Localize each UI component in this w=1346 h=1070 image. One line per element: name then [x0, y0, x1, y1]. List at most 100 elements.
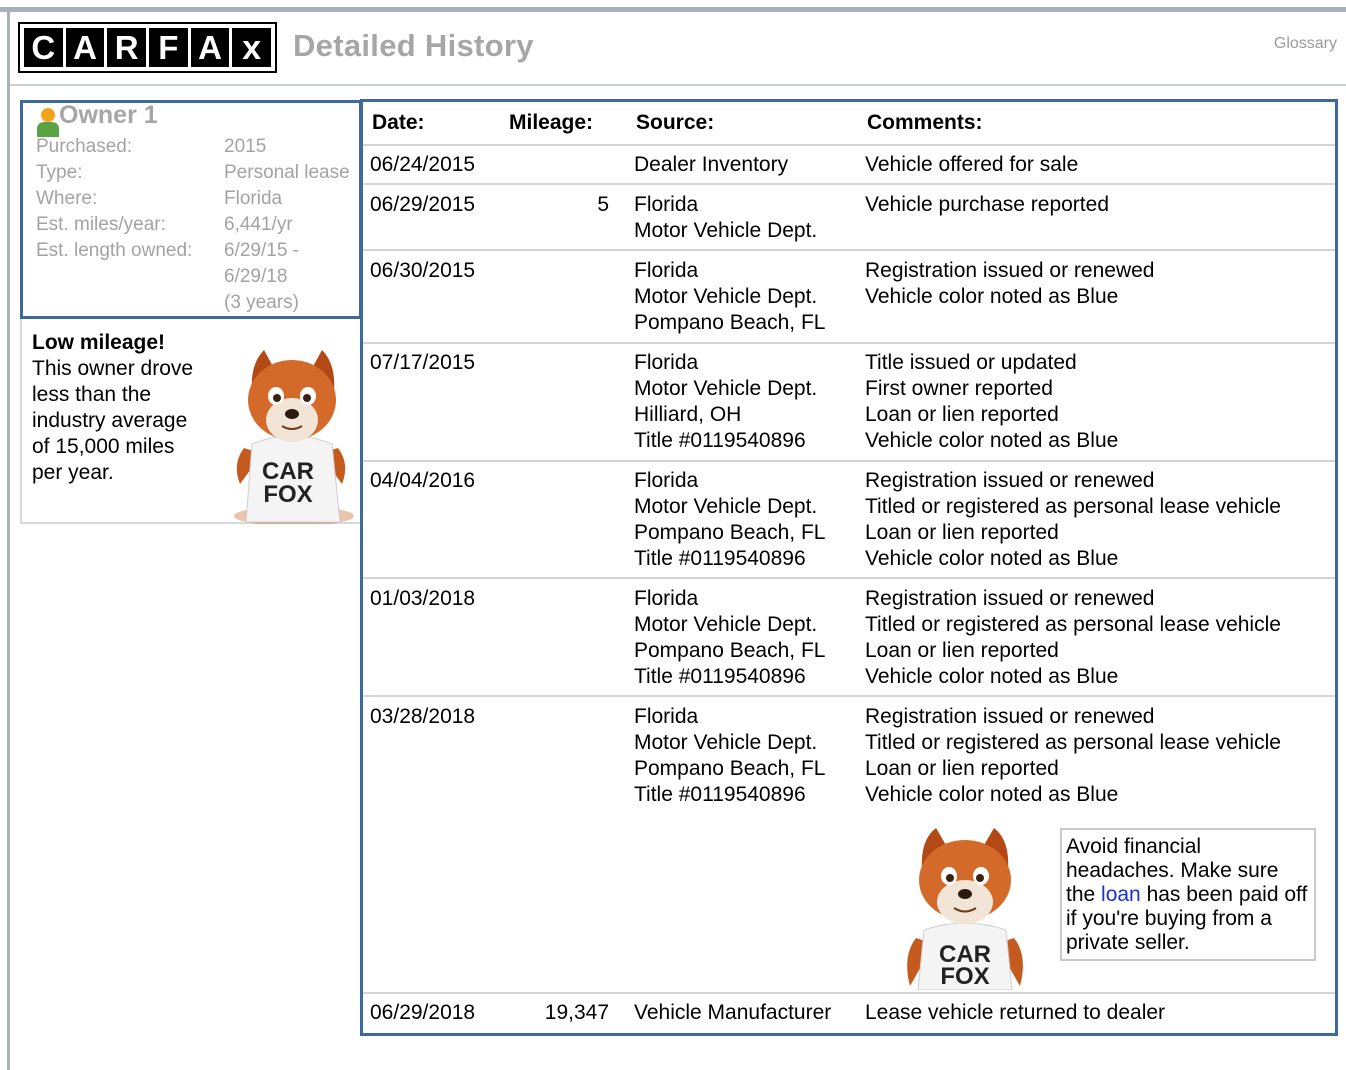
low-mileage-line: per year.: [32, 461, 114, 484]
row-divider: [363, 460, 1335, 462]
row-comment: Title issued or updated: [865, 351, 1077, 374]
left-border: [7, 7, 10, 1070]
low-mileage-line: This owner drove: [32, 357, 194, 380]
row-comment: Vehicle offered for sale: [865, 153, 1079, 176]
logo-letter: x: [232, 28, 272, 67]
logo-letter: A: [65, 28, 105, 67]
owner-title: Owner 1: [59, 101, 158, 129]
low-mileage-text: Low mileage! This owner drove less than …: [32, 330, 232, 486]
miles-per-year-label: Est. miles/year:: [36, 214, 166, 235]
row-divider: [363, 695, 1335, 697]
row-comment: Titled or registered as personal lease v…: [865, 495, 1281, 518]
row-comment: Loan or lien reported: [865, 757, 1059, 780]
row-mileage: 5: [597, 193, 609, 216]
logo-letter: A: [190, 28, 230, 67]
row-source: Pompano Beach, FL: [634, 757, 826, 780]
length-owned-value: 6/29/15 -: [224, 240, 299, 261]
logo-letter: C: [24, 28, 63, 67]
row-source: Dealer Inventory: [634, 153, 789, 176]
top-border: [0, 7, 1346, 12]
row-divider: [363, 144, 1335, 146]
row-source: Florida: [634, 193, 699, 216]
row-source: Title #0119540896: [634, 665, 806, 688]
row-comment: Vehicle color noted as Blue: [865, 547, 1119, 570]
carfox-mascot-illustration: CAR FOX: [907, 828, 1023, 990]
row-source: Motor Vehicle Dept.: [634, 377, 818, 400]
low-mileage-line: industry average: [32, 409, 188, 432]
length-owned-years: (3 years): [224, 292, 299, 313]
row-comment: Registration issued or renewed: [865, 587, 1155, 610]
row-source: Pompano Beach, FL: [634, 311, 826, 334]
carfox-mascot-illustration: CAR FOX: [234, 350, 354, 524]
row-date: 06/24/2015: [370, 153, 476, 176]
row-comment: Loan or lien reported: [865, 521, 1059, 544]
row-divider: [363, 342, 1335, 344]
row-comment: Vehicle color noted as Blue: [865, 285, 1119, 308]
row-date: 04/04/2016: [370, 469, 476, 492]
row-date: 07/17/2015: [370, 351, 476, 374]
row-source: Title #0119540896: [634, 547, 806, 570]
row-divider: [363, 992, 1335, 994]
purchased-label: Purchased:: [36, 136, 133, 157]
carfax-report-page: C A R F A x Detailed History Glossary Ow…: [0, 0, 1346, 1070]
row-date: 06/29/2018: [370, 1001, 476, 1024]
row-comment: Titled or registered as personal lease v…: [865, 731, 1281, 754]
row-source: Motor Vehicle Dept.: [634, 495, 818, 518]
row-comment: Vehicle color noted as Blue: [865, 783, 1119, 806]
row-comment: Vehicle color noted as Blue: [865, 429, 1119, 452]
row-divider: [363, 249, 1335, 251]
length-owned-label: Est. length owned:: [36, 240, 193, 261]
fox-shirt-line2: FOX: [263, 481, 312, 508]
where-value: Florida: [224, 188, 283, 209]
row-source: Florida: [634, 705, 699, 728]
column-header-mileage: Mileage:: [509, 111, 594, 134]
row-source: Motor Vehicle Dept.: [634, 285, 818, 308]
where-label: Where:: [36, 188, 98, 209]
row-date: 06/29/2015: [370, 193, 476, 216]
low-mileage-line: of 15,000 miles: [32, 435, 175, 458]
row-source: Motor Vehicle Dept.: [634, 219, 818, 242]
row-source: Hilliard, OH: [634, 403, 742, 426]
logo-letter: R: [107, 28, 147, 67]
low-mileage-line: less than the: [32, 383, 152, 406]
row-comment: Loan or lien reported: [865, 403, 1059, 426]
carfax-logo: C A R F A x: [18, 22, 277, 73]
column-header-date: Date:: [372, 111, 425, 134]
row-comment: Registration issued or renewed: [865, 259, 1155, 282]
owner-person-icon: [37, 108, 59, 137]
logo-letter: F: [149, 28, 188, 67]
row-comment: Vehicle color noted as Blue: [865, 665, 1119, 688]
row-source: Pompano Beach, FL: [634, 639, 826, 662]
header-divider: [10, 84, 1346, 86]
row-source: Title #0119540896: [634, 783, 806, 806]
row-divider: [363, 577, 1335, 579]
type-label: Type:: [36, 162, 83, 183]
row-comment: Registration issued or renewed: [865, 705, 1155, 728]
row-comment: Vehicle purchase reported: [865, 193, 1109, 216]
row-source: Motor Vehicle Dept.: [634, 731, 818, 754]
row-source: Motor Vehicle Dept.: [634, 613, 818, 636]
loan-tip-text: Avoid financial headaches. Make sure the…: [1066, 835, 1312, 955]
row-source: Florida: [634, 469, 699, 492]
row-source: Florida: [634, 587, 699, 610]
loan-link[interactable]: loan: [1101, 883, 1141, 906]
row-mileage: 19,347: [544, 1001, 609, 1024]
page-title: Detailed History: [293, 28, 534, 63]
fox-shirt-line2: FOX: [940, 963, 989, 990]
type-value: Personal lease: [224, 162, 350, 183]
row-source: Florida: [634, 351, 699, 374]
column-header-comments: Comments:: [867, 111, 983, 134]
row-date: 03/28/2018: [370, 705, 476, 728]
row-comment: Titled or registered as personal lease v…: [865, 613, 1281, 636]
row-date: 06/30/2015: [370, 259, 476, 282]
column-header-source: Source:: [636, 111, 715, 134]
miles-per-year-value: 6,441/yr: [224, 214, 293, 235]
row-divider: [363, 183, 1335, 185]
row-source: Title #0119540896: [634, 429, 806, 452]
row-source: Vehicle Manufacturer: [634, 1001, 832, 1024]
glossary-link[interactable]: Glossary: [1274, 35, 1337, 53]
row-comment: First owner reported: [865, 377, 1053, 400]
row-source: Florida: [634, 259, 699, 282]
row-comment: Lease vehicle returned to dealer: [865, 1001, 1166, 1024]
row-comment: Registration issued or renewed: [865, 469, 1155, 492]
